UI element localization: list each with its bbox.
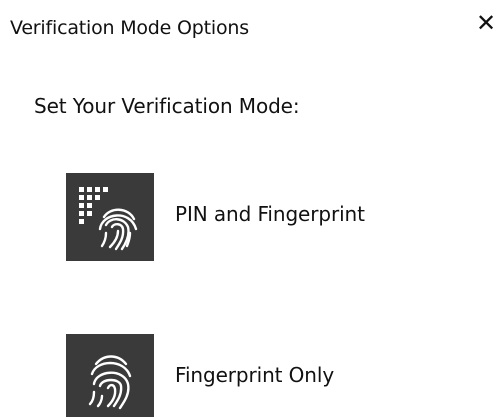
option-pin-and-fingerprint[interactable]: PIN and Fingerprint (66, 173, 365, 261)
fingerprint-icon (66, 334, 154, 417)
option-fingerprint-only[interactable]: Fingerprint Only (66, 334, 334, 417)
close-button[interactable]: ✕ (472, 8, 500, 38)
verification-mode-dialog: Verification Mode Options ✕ Set Your Ver… (0, 0, 502, 417)
pin-fingerprint-icon (66, 173, 154, 261)
option-label: PIN and Fingerprint (175, 202, 365, 226)
close-icon: ✕ (475, 9, 497, 37)
option-label: Fingerprint Only (175, 363, 335, 387)
section-subtitle: Set Your Verification Mode: (34, 94, 300, 118)
dialog-title: Verification Mode Options (10, 17, 249, 39)
